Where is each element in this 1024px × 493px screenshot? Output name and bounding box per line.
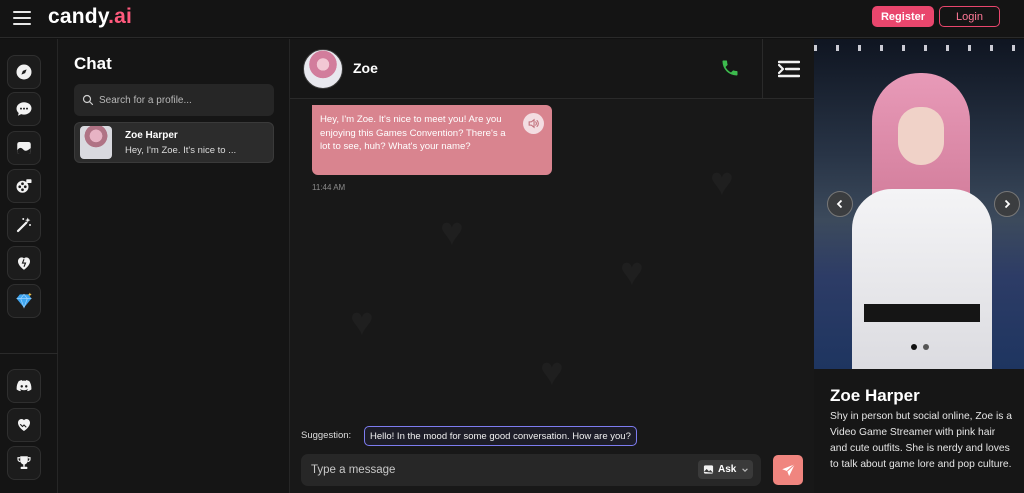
send-icon	[781, 463, 795, 476]
chevron-left-icon	[836, 199, 843, 209]
profile-panel: Zoe Harper Shy in person but social onli…	[814, 39, 1024, 493]
sidebar-item-premium[interactable]	[7, 284, 41, 318]
message-list: ♥ ♥ ♥ ♥ ♥ Hey, I'm Zoe. It's nice to mee…	[290, 100, 814, 420]
play-audio-button[interactable]	[523, 113, 544, 134]
logo[interactable]: candy.ai	[48, 5, 132, 29]
character-outfit	[852, 189, 992, 369]
carousel-dot[interactable]	[911, 344, 917, 350]
suggestion-chip[interactable]: Hello! In the mood for some good convers…	[364, 426, 637, 446]
sidebar-item-discord[interactable]	[7, 369, 41, 403]
sidebar-rail	[0, 39, 58, 493]
image-icon	[703, 465, 714, 474]
sidebar-item-generate[interactable]	[7, 169, 41, 203]
top-bar: candy.ai Register Login	[0, 0, 1024, 38]
chat-list-title: Chat	[74, 54, 112, 73]
speaker-icon	[528, 118, 539, 129]
diamond-icon	[16, 292, 32, 309]
ask-label: Ask	[718, 464, 737, 475]
toggle-profile-panel-button[interactable]	[762, 39, 814, 99]
panel-collapse-icon	[777, 60, 800, 78]
menu-icon[interactable]	[13, 11, 31, 25]
ask-image-dropdown[interactable]: Ask	[698, 460, 753, 479]
trophy-icon	[17, 456, 31, 469]
carousel-dot[interactable]	[923, 344, 929, 350]
chat-list-item-name: Zoe Harper	[125, 130, 178, 141]
logo-tld: .ai	[108, 5, 133, 28]
sidebar-item-create[interactable]	[7, 208, 41, 242]
search-icon	[82, 94, 94, 106]
carousel-prev-button[interactable]	[827, 191, 853, 217]
film-reel-icon	[16, 179, 32, 193]
suggestion-label: Suggestion:	[301, 430, 352, 441]
chat-list-item[interactable]: Zoe Harper Hey, I'm Zoe. It's nice to ..…	[74, 122, 274, 163]
message-text: Hey, I'm Zoe. It's nice to meet you! Are…	[320, 114, 506, 153]
character-face	[898, 107, 944, 165]
chat-list-panel: Chat Zoe Harper Hey, I'm Zoe. It's nice …	[58, 39, 290, 493]
background-heart-icon: ♥	[350, 300, 374, 344]
compass-icon	[16, 64, 32, 80]
image-icon	[17, 142, 31, 154]
carousel-next-button[interactable]	[994, 191, 1020, 217]
message-composer: Ask	[301, 454, 761, 486]
background-heart-icon: ♥	[440, 210, 464, 254]
message-timestamp: 11:44 AM	[312, 183, 346, 192]
chat-header: Zoe	[290, 39, 814, 99]
profile-name: Zoe Harper	[830, 386, 920, 405]
magic-wand-icon	[16, 217, 31, 233]
sidebar-item-my-ai[interactable]	[7, 246, 41, 280]
avatar	[80, 126, 112, 159]
chat-main: Zoe ♥ ♥ ♥ ♥ ♥ Hey, I'm Zoe. It's nice to…	[290, 39, 814, 493]
background-heart-icon: ♥	[710, 160, 734, 204]
chat-title: Zoe	[353, 60, 378, 76]
character-belt	[864, 304, 980, 322]
send-button[interactable]	[773, 455, 803, 485]
message-bubble: Hey, I'm Zoe. It's nice to meet you! Are…	[312, 105, 552, 175]
sidebar-item-affiliate[interactable]	[7, 408, 41, 442]
message-input[interactable]	[311, 454, 681, 486]
chevron-right-icon	[1004, 199, 1011, 209]
sidebar-item-explore[interactable]	[7, 55, 41, 89]
stadium-lights	[814, 45, 1024, 51]
chat-bubble-icon	[16, 102, 32, 116]
handshake-heart-icon	[18, 419, 30, 431]
logo-main: candy	[48, 5, 109, 28]
search-input[interactable]	[99, 94, 269, 106]
phone-icon	[722, 60, 738, 76]
background-heart-icon: ♥	[540, 350, 564, 394]
sidebar-item-gallery[interactable]	[7, 131, 41, 165]
profile-bio: Shy in person but social online, Zoe is …	[830, 411, 1013, 470]
chevron-down-icon	[742, 467, 749, 472]
sidebar-divider	[0, 353, 58, 354]
register-button[interactable]: Register	[872, 6, 934, 27]
call-button[interactable]	[720, 58, 740, 78]
search-box[interactable]	[74, 84, 274, 116]
background-heart-icon: ♥	[620, 250, 644, 294]
profile-photo	[814, 39, 1024, 369]
sidebar-item-chat[interactable]	[7, 92, 41, 126]
discord-icon	[16, 380, 32, 392]
login-button[interactable]: Login	[939, 6, 1000, 27]
heart-icon	[18, 257, 30, 270]
sidebar-item-leaderboard[interactable]	[7, 446, 41, 480]
chat-list-item-preview: Hey, I'm Zoe. It's nice to ...	[125, 145, 237, 156]
avatar[interactable]	[303, 49, 343, 89]
